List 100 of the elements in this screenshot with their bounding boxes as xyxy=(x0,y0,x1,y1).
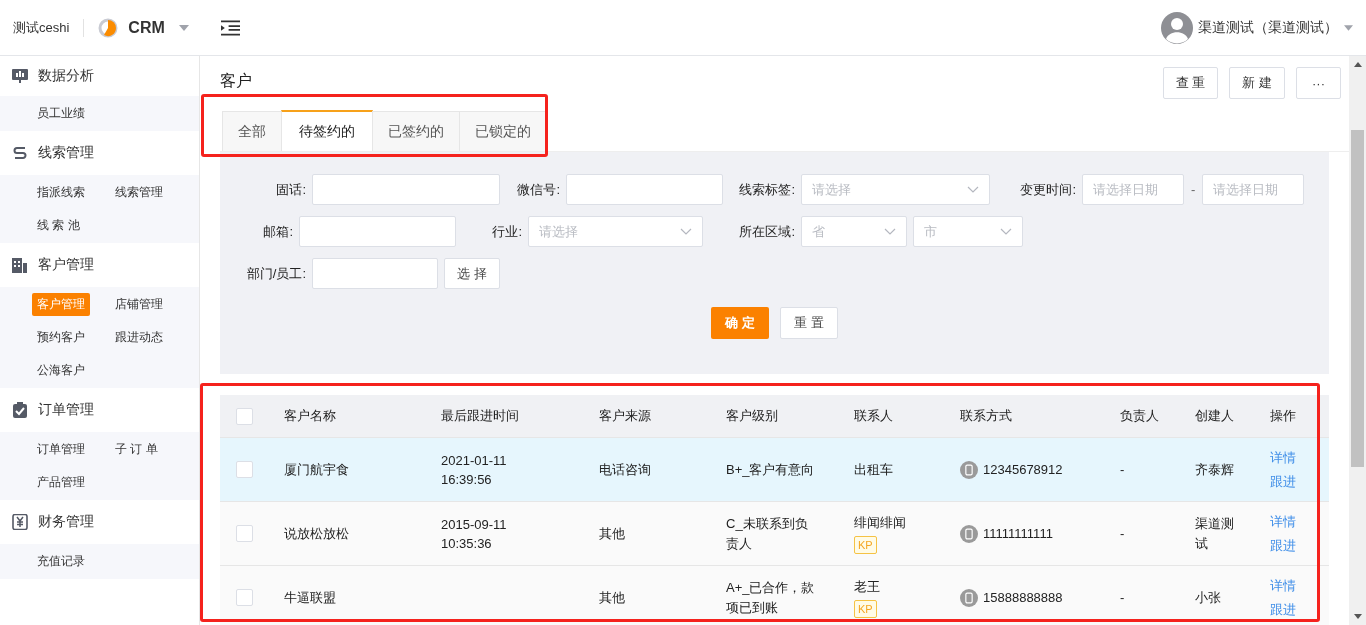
table-row[interactable]: 牛逼联盟 其他 A+_已合作，款项已到账 老王 KP 15888888888 - 小张 详情 跟进 xyxy=(220,565,1329,625)
menu-item[interactable]: 线 索 池 xyxy=(32,214,85,237)
table-cell: 牛逼联盟 xyxy=(284,588,336,607)
caret-icon[interactable] xyxy=(1344,24,1353,31)
menu-item[interactable]: 充值记录 xyxy=(32,550,90,573)
workspace-name[interactable]: 测试ceshi xyxy=(13,18,70,37)
column-header: 客户来源 xyxy=(599,407,651,425)
table-cell: - xyxy=(1120,462,1125,477)
chevron-down-icon xyxy=(967,186,979,193)
choose-button[interactable]: 选 择 xyxy=(444,258,500,289)
menu-group-title[interactable]: 客户管理 xyxy=(38,256,94,274)
column-header: 联系方式 xyxy=(960,407,1012,425)
tab[interactable]: 全部 xyxy=(222,111,282,151)
toolbar-button[interactable]: 查 重 xyxy=(1162,67,1219,99)
phone-icon xyxy=(960,588,978,607)
kp-tag: KP xyxy=(854,535,877,554)
table-cell-text: A+_已合作，款项已到账 xyxy=(726,578,816,617)
menu-item[interactable]: 线索管理 xyxy=(110,181,168,204)
page-title: 客户 xyxy=(220,71,252,91)
menu-item[interactable]: 产品管理 xyxy=(32,471,90,494)
menu-collapse-icon[interactable] xyxy=(220,19,240,36)
menu-item[interactable]: 跟进动态 xyxy=(110,326,168,349)
input-field[interactable] xyxy=(312,174,500,205)
menu-group-title[interactable]: 数据分析 xyxy=(38,67,94,85)
table-cell: 11111111111 xyxy=(983,526,1053,541)
phone-icon xyxy=(960,460,978,479)
column-header: 创建人 xyxy=(1195,407,1234,425)
column-header: 联系人 xyxy=(854,407,893,425)
column-header: 负责人 xyxy=(1120,407,1159,425)
app-switcher[interactable]: CRM xyxy=(128,18,165,37)
menu-item[interactable]: 店铺管理 xyxy=(110,293,168,316)
checkbox[interactable] xyxy=(236,525,253,542)
table-cell: 电话咨询 xyxy=(599,460,651,479)
date-field[interactable]: 请选择日期 xyxy=(1202,174,1305,205)
table-cell: 其他 xyxy=(599,524,625,543)
input-field[interactable] xyxy=(299,216,456,247)
checkbox[interactable] xyxy=(236,407,253,425)
menu-item[interactable]: 指派线索 xyxy=(32,181,90,204)
field-label: 邮箱: xyxy=(262,222,294,241)
menu-item[interactable]: 订单管理 xyxy=(32,438,90,461)
menu-item[interactable]: 员工业绩 xyxy=(32,102,90,125)
pie-chart-icon xyxy=(98,17,119,38)
menu-group-title[interactable]: 线索管理 xyxy=(38,144,94,162)
menu-group-title[interactable]: 订单管理 xyxy=(38,401,94,419)
table-row[interactable]: 说放松放松 2015-09-11 10:35:36 其他 C_未联系到负责人 绯闻绯闻 KP 11111111111 - 渠道测试 详情 跟进 xyxy=(220,501,1329,565)
scroll-down-icon[interactable] xyxy=(1353,614,1362,619)
chevron-down-icon xyxy=(884,228,896,235)
checkbox[interactable] xyxy=(236,461,253,478)
field-label: 线索标签: xyxy=(738,180,796,199)
clipboard-check-icon xyxy=(12,402,28,418)
field-label: 变更时间: xyxy=(1019,180,1077,199)
input-field[interactable] xyxy=(312,258,438,289)
reset-button[interactable]: 重 置 xyxy=(780,307,838,339)
table-cell: 16:39:56 xyxy=(441,471,492,487)
table-cell: 厦门航宇食 xyxy=(284,460,349,479)
table-cell: 2021-01-11 xyxy=(441,452,507,468)
range-separator: - xyxy=(1191,182,1196,197)
field-label: 所在区域: xyxy=(738,222,796,241)
avatar-icon[interactable] xyxy=(1161,11,1193,44)
tab[interactable]: 已锁定的 xyxy=(459,111,547,151)
column-header: 客户级别 xyxy=(726,407,778,425)
field-label: 行业: xyxy=(491,222,523,241)
menu-item[interactable]: 公海客户 xyxy=(32,359,90,382)
menu-group-title[interactable]: 财务管理 xyxy=(38,513,94,531)
table-row[interactable]: 厦门航宇食 2021-01-11 16:39:56 电话咨询 B+_客户有意向 出租车 12345678912 - 齐泰辉 详情 跟进 xyxy=(220,437,1329,501)
table-cell-text: B+_客户有意向 xyxy=(726,460,815,479)
loop-icon xyxy=(12,145,28,161)
kp-tag: KP xyxy=(854,599,877,618)
tab[interactable]: 已签约的 xyxy=(372,111,460,151)
monitor-icon xyxy=(12,68,28,84)
table-cell: 12345678912 xyxy=(983,462,1063,477)
table-cell: 10:35:36 xyxy=(441,535,492,551)
phone-icon xyxy=(960,524,978,543)
menu-item[interactable]: 预约客户 xyxy=(32,326,90,349)
scrollbar[interactable] xyxy=(1349,56,1366,625)
user-name[interactable]: 渠道测试（渠道测试） xyxy=(1198,18,1338,37)
scroll-up-icon[interactable] xyxy=(1353,62,1362,67)
caret-icon[interactable] xyxy=(178,24,189,31)
table-cell: 2015-09-11 xyxy=(441,516,507,532)
table-cell: 说放松放松 xyxy=(284,524,349,543)
yen-icon xyxy=(12,514,28,530)
table-cell-text: 小张 xyxy=(1195,588,1221,607)
table-cell-text: C_未联系到负责人 xyxy=(726,514,809,553)
toolbar-button[interactable]: ··· xyxy=(1296,67,1341,99)
column-header: 操作 xyxy=(1270,407,1296,425)
table-cell: 老王 xyxy=(854,577,880,596)
field-label: 固话: xyxy=(275,180,307,199)
toolbar-button[interactable]: 新 建 xyxy=(1229,67,1285,99)
column-header: 客户名称 xyxy=(284,407,336,425)
table-cell: 出租车 xyxy=(854,460,893,479)
table-cell: - xyxy=(1120,590,1125,605)
input-field[interactable] xyxy=(566,174,723,205)
column-header: 最后跟进时间 xyxy=(441,407,519,425)
checkbox[interactable] xyxy=(236,589,253,606)
chevron-down-icon xyxy=(1000,228,1012,235)
table-cell: 绯闻绯闻 xyxy=(854,513,906,532)
menu-item[interactable]: 子 订 单 xyxy=(110,438,163,461)
date-field[interactable]: 请选择日期 xyxy=(1082,174,1184,205)
field-label: 微信号: xyxy=(516,180,561,199)
table-cell-text: 齐泰辉 xyxy=(1195,460,1234,479)
